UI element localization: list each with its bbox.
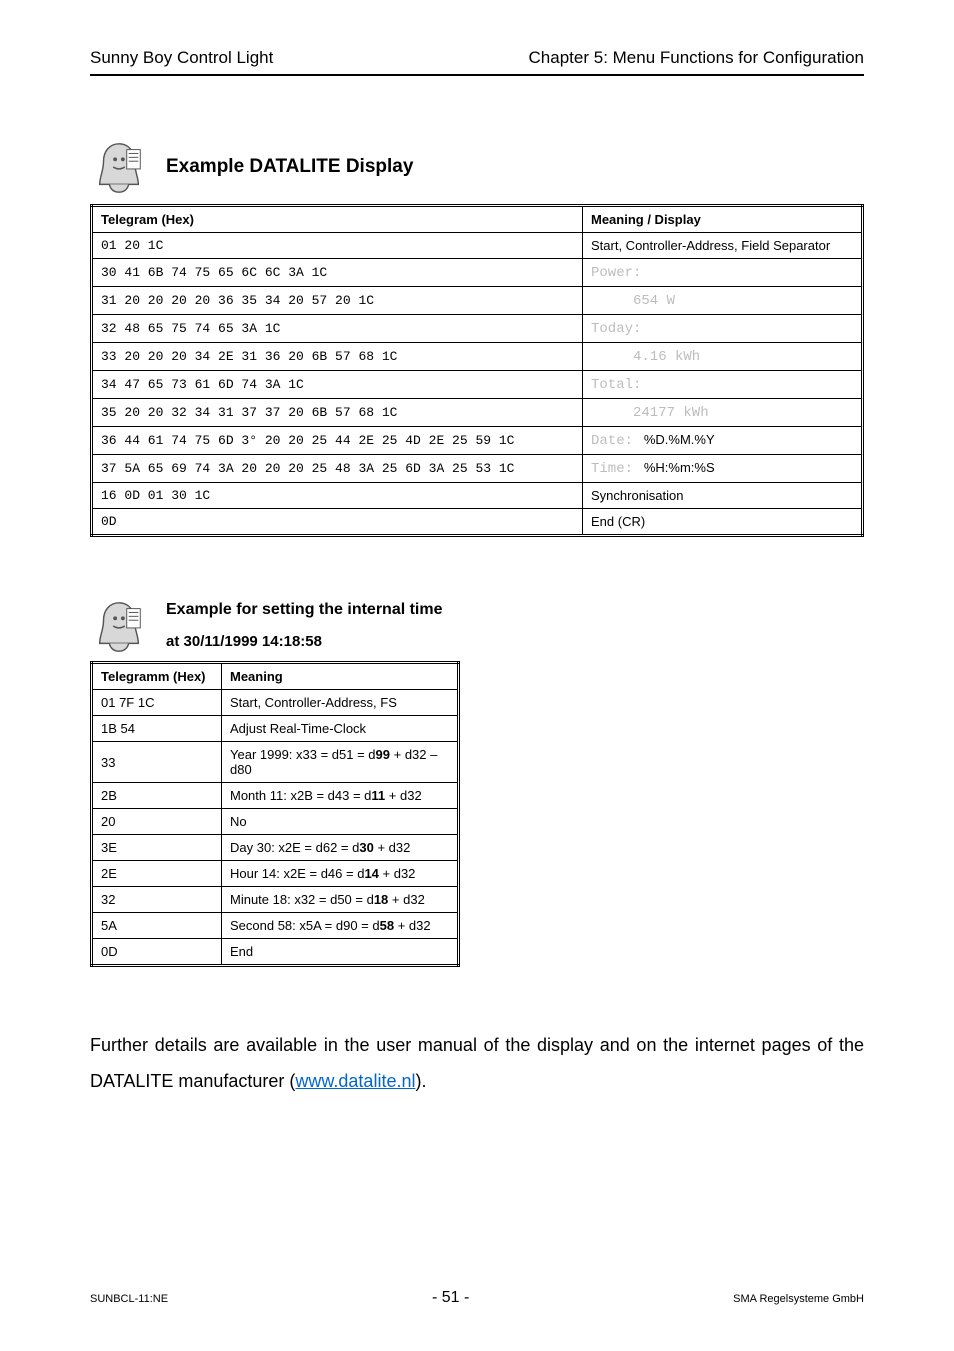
table-row: 32Minute 18: x32 = d50 = d18 + d32 — [92, 887, 459, 913]
footer-right: SMA Regelsysteme GmbH — [733, 1293, 864, 1305]
cell-hex: 3E — [92, 835, 222, 861]
cell-hex: 36 44 61 74 75 6D 3° 20 20 25 44 2E 25 4… — [92, 427, 583, 455]
cell-meaning: 654 W — [583, 287, 863, 315]
cell-hex: 32 — [92, 887, 222, 913]
section1-title: Example DATALITE Display — [166, 156, 413, 178]
wizard-icon — [90, 597, 148, 655]
col-header-hex: Telegram (Hex) — [92, 206, 583, 233]
cell-hex: 30 41 6B 74 75 65 6C 6C 3A 1C — [92, 259, 583, 287]
col-header-meaning: Meaning / Display — [583, 206, 863, 233]
table-row: 5ASecond 58: x5A = d90 = d58 + d32 — [92, 913, 459, 939]
cell-meaning: Synchronisation — [583, 483, 863, 509]
body-text-pre: Further details are available in the use… — [90, 1035, 864, 1091]
section2-subtitle: at 30/11/1999 14:18:58 — [166, 633, 443, 650]
cell-hex: 0D — [92, 939, 222, 966]
cell-meaning: End — [222, 939, 459, 966]
table-row: 34 47 65 73 61 6D 74 3A 1CTotal: — [92, 371, 863, 399]
table-row: 16 0D 01 30 1CSynchronisation — [92, 483, 863, 509]
header-left: Sunny Boy Control Light — [90, 48, 273, 68]
cell-meaning: Minute 18: x32 = d50 = d18 + d32 — [222, 887, 459, 913]
cell-meaning: 24177 kWh — [583, 399, 863, 427]
col-header-hex2: Telegramm (Hex) — [92, 663, 222, 690]
cell-hex: 2E — [92, 861, 222, 887]
header-divider — [90, 74, 864, 76]
cell-meaning: Month 11: x2B = d43 = d11 + d32 — [222, 783, 459, 809]
cell-meaning: Time: %H:%m:%S — [583, 455, 863, 483]
table-time-setting: Telegramm (Hex) Meaning 01 7F 1CStart, C… — [90, 661, 460, 967]
table-row: 20No — [92, 809, 459, 835]
datalite-link[interactable]: www.datalite.nl — [295, 1071, 415, 1091]
table-row: 0DEnd — [92, 939, 459, 966]
cell-meaning: Start, Controller-Address, Field Separat… — [583, 233, 863, 259]
table-row: 31 20 20 20 20 36 35 34 20 57 20 1C654 W — [92, 287, 863, 315]
cell-hex: 1B 54 — [92, 716, 222, 742]
table-row: 36 44 61 74 75 6D 3° 20 20 25 44 2E 25 4… — [92, 427, 863, 455]
body-text-post: ). — [415, 1071, 426, 1091]
cell-hex: 2B — [92, 783, 222, 809]
table-row: 3EDay 30: x2E = d62 = d30 + d32 — [92, 835, 459, 861]
table-row: 30 41 6B 74 75 65 6C 6C 3A 1CPower: — [92, 259, 863, 287]
cell-hex: 32 48 65 75 74 65 3A 1C — [92, 315, 583, 343]
table-row: 0DEnd (CR) — [92, 509, 863, 536]
cell-meaning: Adjust Real-Time-Clock — [222, 716, 459, 742]
table-row: 1B 54Adjust Real-Time-Clock — [92, 716, 459, 742]
cell-meaning: Today: — [583, 315, 863, 343]
col-header-meaning2: Meaning — [222, 663, 459, 690]
cell-hex: 20 — [92, 809, 222, 835]
cell-meaning: Second 58: x5A = d90 = d58 + d32 — [222, 913, 459, 939]
cell-hex: 5A — [92, 913, 222, 939]
table-datalite: Telegram (Hex) Meaning / Display 01 20 1… — [90, 204, 864, 537]
cell-hex: 01 20 1C — [92, 233, 583, 259]
cell-meaning: Total: — [583, 371, 863, 399]
cell-meaning: Start, Controller-Address, FS — [222, 690, 459, 716]
cell-meaning: Hour 14: x2E = d46 = d14 + d32 — [222, 861, 459, 887]
table-row: 33Year 1999: x33 = d51 = d99 + d32 – d80 — [92, 742, 459, 783]
header-right: Chapter 5: Menu Functions for Configurat… — [529, 48, 864, 68]
cell-hex: 33 20 20 20 34 2E 31 36 20 6B 57 68 1C — [92, 343, 583, 371]
table-row: 33 20 20 20 34 2E 31 36 20 6B 57 68 1C4.… — [92, 343, 863, 371]
section2-title: Example for setting the internal time — [166, 601, 443, 619]
cell-meaning: Day 30: x2E = d62 = d30 + d32 — [222, 835, 459, 861]
cell-hex: 31 20 20 20 20 36 35 34 20 57 20 1C — [92, 287, 583, 315]
table-row: 35 20 20 32 34 31 37 37 20 6B 57 68 1C24… — [92, 399, 863, 427]
table-row: 2BMonth 11: x2B = d43 = d11 + d32 — [92, 783, 459, 809]
table-row: 01 20 1CStart, Controller-Address, Field… — [92, 233, 863, 259]
cell-meaning: 4.16 kWh — [583, 343, 863, 371]
table-row: 2EHour 14: x2E = d46 = d14 + d32 — [92, 861, 459, 887]
cell-hex: 0D — [92, 509, 583, 536]
page-number: - 51 - — [432, 1289, 469, 1307]
cell-meaning: Date: %D.%M.%Y — [583, 427, 863, 455]
table-row: 37 5A 65 69 74 3A 20 20 20 25 48 3A 25 6… — [92, 455, 863, 483]
cell-hex: 33 — [92, 742, 222, 783]
footer-left: SUNBCL-11:NE — [90, 1293, 168, 1305]
cell-hex: 01 7F 1C — [92, 690, 222, 716]
cell-hex: 16 0D 01 30 1C — [92, 483, 583, 509]
cell-meaning: Year 1999: x33 = d51 = d99 + d32 – d80 — [222, 742, 459, 783]
cell-hex: 35 20 20 32 34 31 37 37 20 6B 57 68 1C — [92, 399, 583, 427]
cell-meaning: No — [222, 809, 459, 835]
table-row: 01 7F 1CStart, Controller-Address, FS — [92, 690, 459, 716]
cell-meaning: Power: — [583, 259, 863, 287]
table-row: 32 48 65 75 74 65 3A 1CToday: — [92, 315, 863, 343]
cell-hex: 34 47 65 73 61 6D 74 3A 1C — [92, 371, 583, 399]
wizard-icon — [90, 138, 148, 196]
cell-hex: 37 5A 65 69 74 3A 20 20 20 25 48 3A 25 6… — [92, 455, 583, 483]
body-paragraph: Further details are available in the use… — [90, 1027, 864, 1099]
cell-meaning: End (CR) — [583, 509, 863, 536]
